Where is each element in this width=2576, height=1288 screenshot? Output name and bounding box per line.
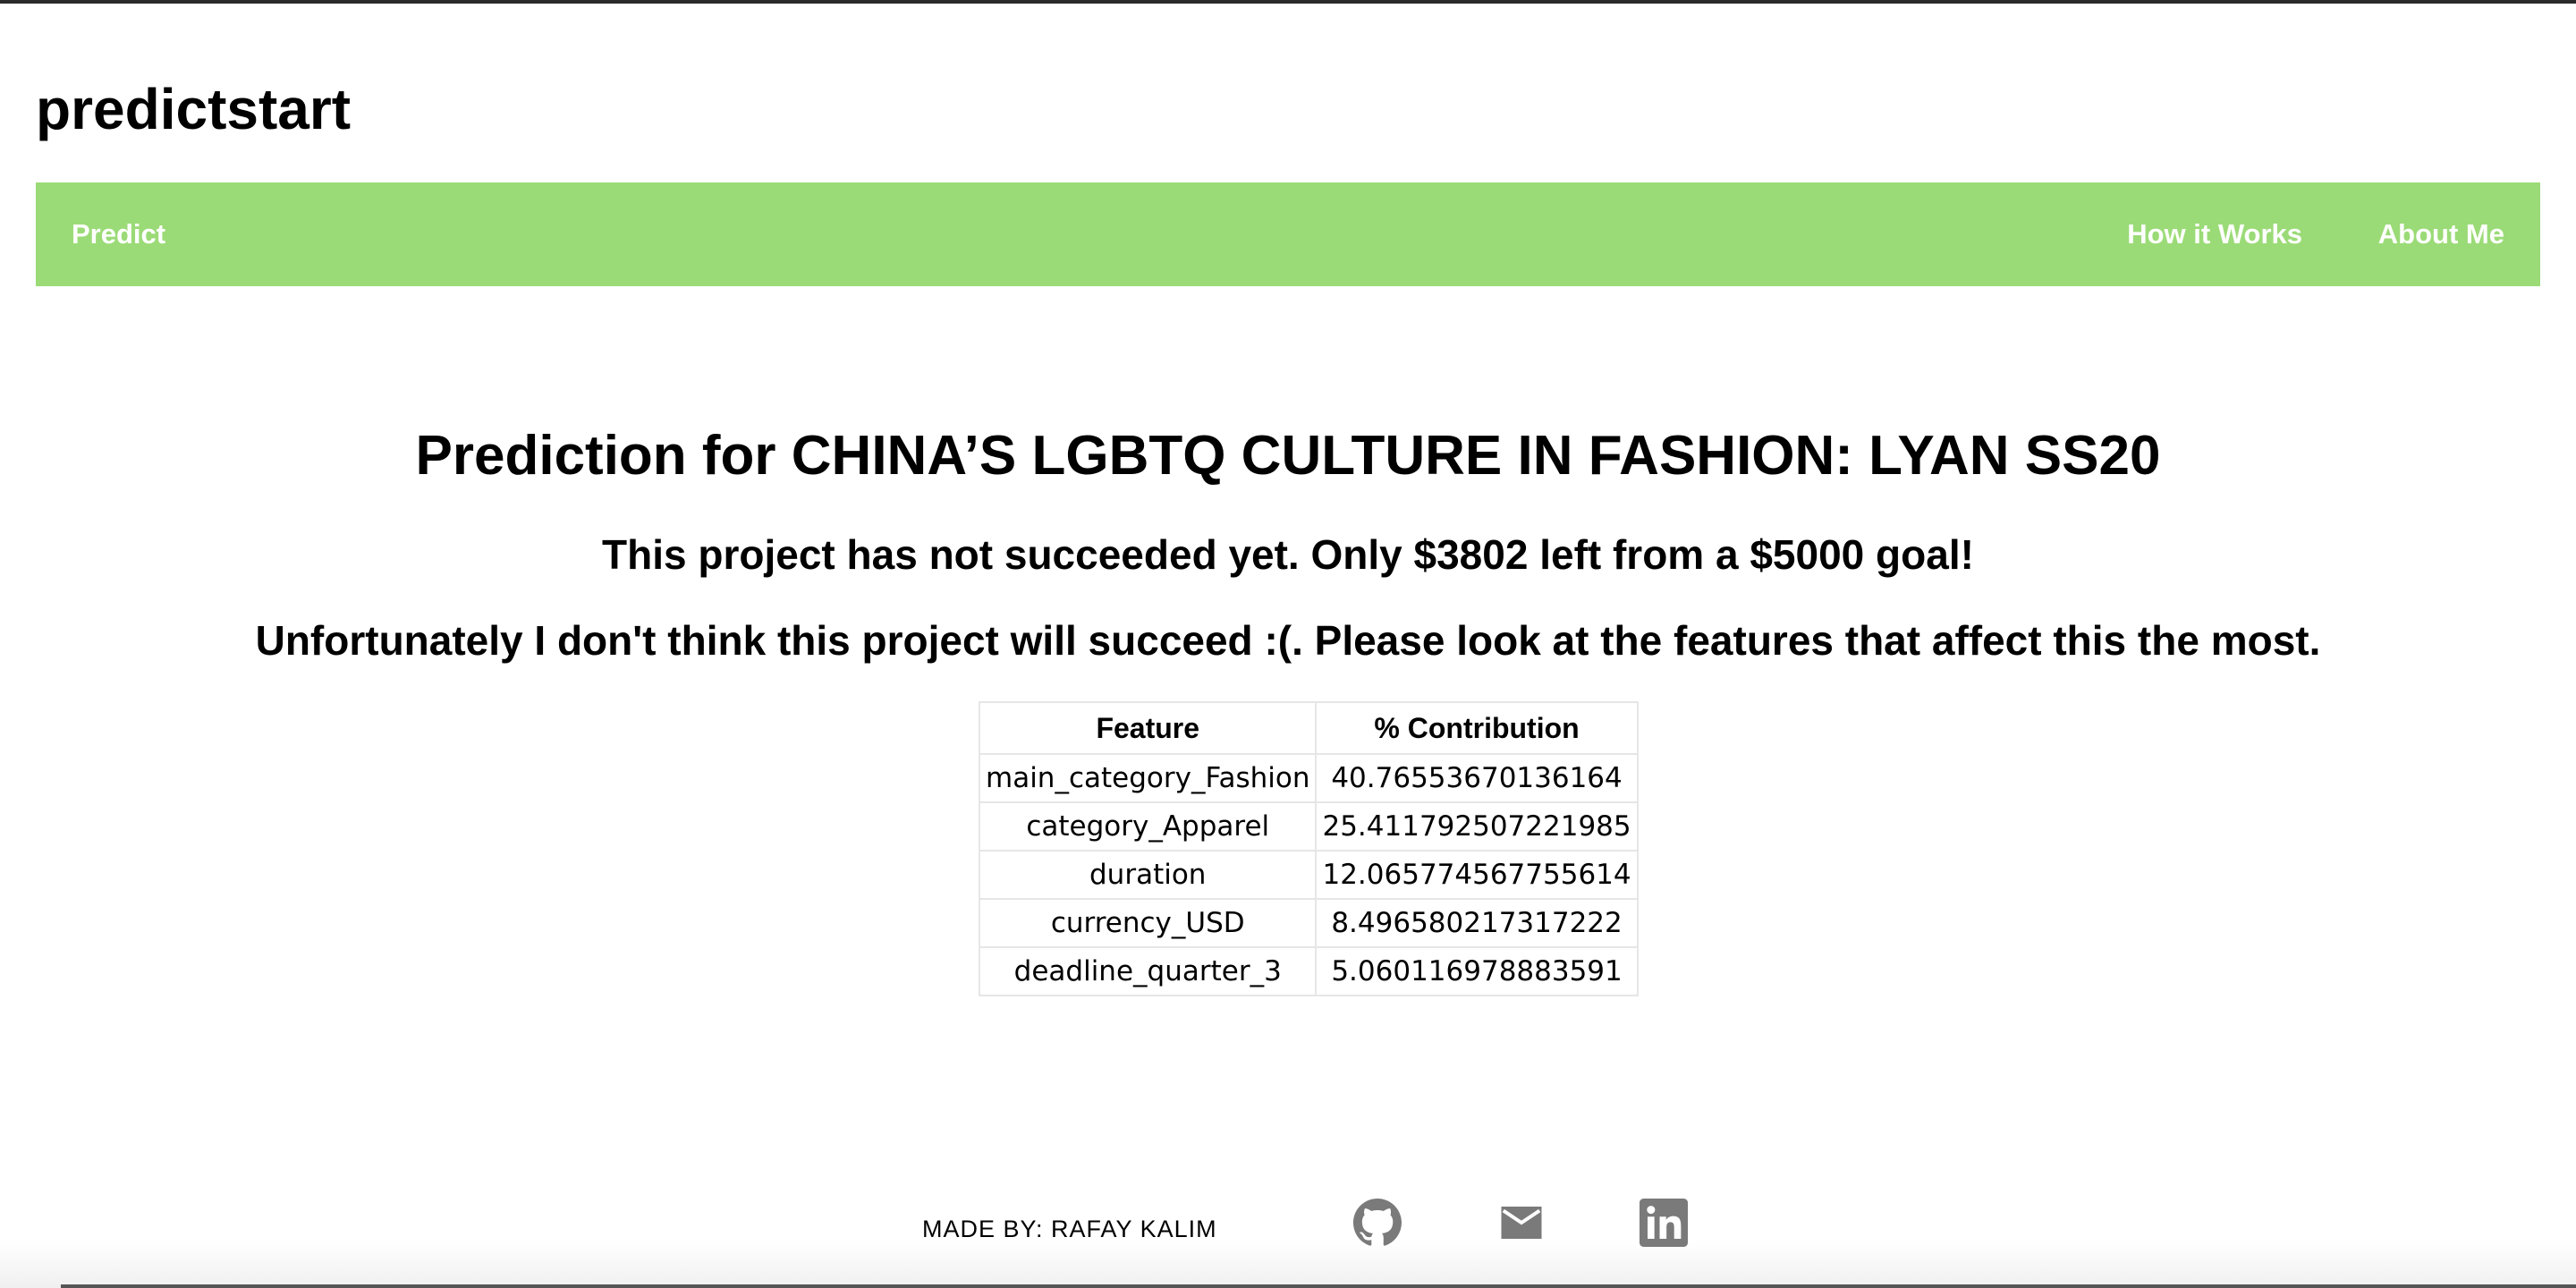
nav-about-me-link[interactable]: About Me (2378, 182, 2504, 286)
table-row: deadline_quarter_3 5.060116978883591 (978, 946, 1639, 996)
verdict-section: Unfortunately I don't think this project… (0, 603, 2576, 678)
prediction-heading: Prediction for CHINA’S LGBTQ CULTURE IN … (415, 425, 2161, 487)
feature-column-header: Feature (978, 701, 1318, 755)
linkedin-icon[interactable] (1640, 1199, 1688, 1247)
prediction-verdict: Unfortunately I don't think this project… (255, 617, 2321, 664)
github-icon[interactable] (1353, 1199, 1402, 1247)
contribution-cell: 25.411792507221985 (1315, 801, 1639, 852)
github-icon-glyph (1353, 1199, 1402, 1246)
prediction-status: This project has not succeeded yet. Only… (602, 531, 1974, 578)
footer: MADE BY: RAFAY KALIM (0, 1170, 2576, 1288)
linkedin-icon-glyph (1640, 1199, 1688, 1247)
feature-cell: deadline_quarter_3 (978, 946, 1318, 996)
table-row: currency_USD 8.496580217317222 (978, 898, 1639, 948)
feature-cell: currency_USD (978, 898, 1318, 948)
mail-icon[interactable] (1497, 1199, 1546, 1247)
features-table-container: Feature % Contribution main_category_Fas… (978, 701, 1639, 996)
table-row: main_category_Fashion 40.76553670136164 (978, 753, 1639, 803)
prediction-section: Prediction for CHINA’S LGBTQ CULTURE IN … (0, 411, 2576, 501)
feature-cell: main_category_Fashion (978, 753, 1318, 803)
bottom-border (61, 1284, 2576, 1288)
top-border (0, 0, 2576, 4)
table-row: category_Apparel 25.411792507221985 (978, 801, 1639, 852)
feature-cell: category_Apparel (978, 801, 1318, 852)
contribution-cell: 40.76553670136164 (1315, 753, 1639, 803)
contribution-column-header: % Contribution (1315, 701, 1639, 755)
features-table: Feature % Contribution main_category_Fas… (978, 701, 1639, 996)
contribution-cell: 8.496580217317222 (1315, 898, 1639, 948)
feature-cell: duration (978, 850, 1318, 900)
status-section: This project has not succeeded yet. Only… (0, 517, 2576, 592)
nav-how-it-works-link[interactable]: How it Works (2127, 182, 2302, 286)
table-header-row: Feature % Contribution (978, 701, 1639, 755)
mail-icon-glyph (1501, 1207, 1542, 1239)
table-row: duration 12.065774567755614 (978, 850, 1639, 900)
site-title: predictstart (36, 77, 352, 141)
contribution-cell: 12.065774567755614 (1315, 850, 1639, 900)
footer-credit: MADE BY: RAFAY KALIM (922, 1216, 1217, 1242)
nav-predict-link[interactable]: Predict (72, 182, 165, 286)
contribution-cell: 5.060116978883591 (1315, 946, 1639, 996)
navbar: Predict How it Works About Me (36, 182, 2540, 286)
